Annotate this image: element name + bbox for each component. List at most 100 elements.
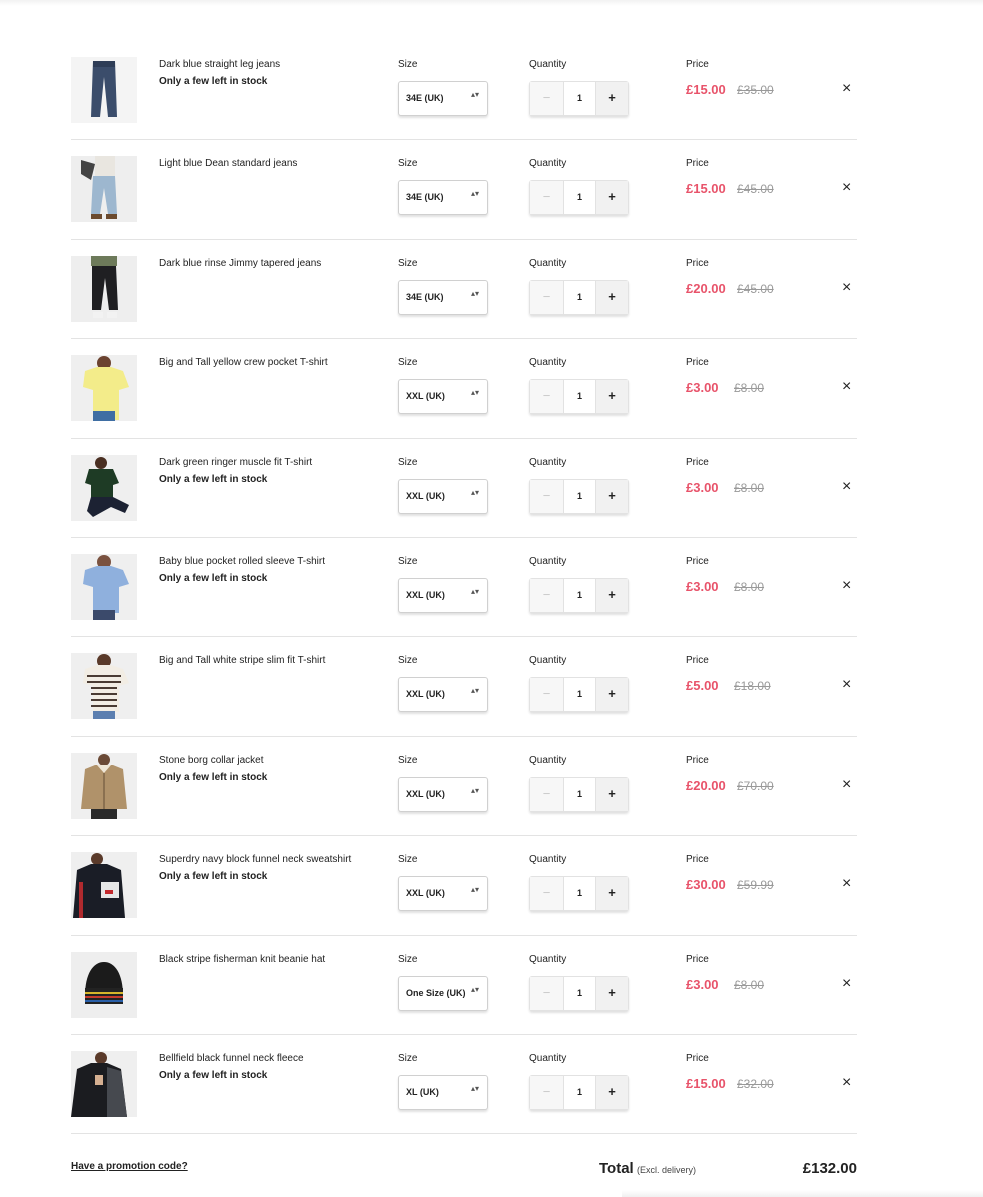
increase-quantity-button[interactable]: + — [596, 976, 628, 1010]
decrease-quantity-button[interactable]: − — [530, 479, 563, 513]
remove-item-close-icon[interactable]: × — [842, 279, 851, 296]
size-select[interactable]: XXL (UK) ▴▾ — [398, 876, 488, 912]
quantity-stepper: −1 + — [529, 776, 629, 812]
quantity-value[interactable]: 1 — [563, 479, 596, 513]
product-image[interactable] — [71, 57, 137, 123]
original-price: £18.00 — [734, 679, 771, 694]
product-image[interactable] — [71, 553, 137, 620]
quantity-value[interactable]: 1 — [563, 1075, 596, 1109]
decrease-quantity-button[interactable]: − — [530, 82, 563, 115]
quantity-value[interactable]: 1 — [563, 380, 596, 414]
price-label: Price — [686, 357, 709, 369]
quantity-stepper: −1 + — [529, 279, 629, 315]
remove-item-close-icon[interactable]: × — [842, 478, 851, 495]
quantity-value[interactable]: 1 — [563, 82, 596, 115]
increase-quantity-button[interactable]: + — [596, 578, 628, 612]
quantity-value[interactable]: 1 — [563, 181, 596, 215]
size-select[interactable]: 34E (UK) ▴▾ — [398, 180, 488, 216]
product-image[interactable] — [71, 1050, 137, 1117]
original-price: £59.99 — [737, 878, 774, 893]
product-image[interactable] — [71, 255, 137, 322]
product-name[interactable]: Big and Tall yellow crew pocket T-shirt — [159, 357, 328, 368]
size-select[interactable]: XXL (UK) ▴▾ — [398, 677, 488, 713]
increase-quantity-button[interactable]: + — [596, 777, 628, 811]
quantity-value[interactable]: 1 — [563, 578, 596, 612]
product-name[interactable]: Dark blue rinse Jimmy tapered jeans — [159, 258, 321, 269]
sale-price: £15.00 — [686, 181, 726, 197]
select-chevron-icon: ▴▾ — [470, 189, 479, 199]
quantity-value[interactable]: 1 — [563, 877, 596, 911]
remove-item-close-icon[interactable]: × — [842, 876, 851, 892]
product-name[interactable]: Black stripe fisherman knit beanie hat — [159, 954, 325, 965]
product-name[interactable]: Bellfield black funnel neck fleece — [159, 1053, 304, 1064]
product-name[interactable]: Dark blue straight leg jeans — [159, 59, 280, 70]
increase-quantity-button[interactable]: + — [596, 1075, 628, 1109]
product-image[interactable] — [71, 355, 137, 422]
size-label: Size — [398, 158, 418, 170]
decrease-quantity-button[interactable]: − — [530, 678, 563, 712]
quantity-value[interactable]: 1 — [563, 280, 596, 314]
select-chevron-icon: ▴▾ — [470, 1083, 479, 1093]
product-name[interactable]: Stone borg collar jacket — [159, 755, 264, 766]
size-value: 34E (UK) — [406, 291, 444, 302]
product-image[interactable] — [71, 752, 137, 819]
product-name[interactable]: Big and Tall white stripe slim fit T-shi… — [159, 655, 325, 666]
size-select[interactable]: XXL (UK) ▴▾ — [398, 577, 488, 613]
product-name[interactable]: Superdry navy block funnel neck sweatshi… — [159, 854, 351, 865]
increase-quantity-button[interactable]: + — [596, 380, 628, 414]
decrease-quantity-button[interactable]: − — [530, 380, 563, 414]
increase-quantity-button[interactable]: + — [596, 877, 628, 911]
remove-item-close-icon[interactable]: × — [842, 677, 851, 693]
decrease-quantity-button[interactable]: − — [530, 1075, 563, 1109]
decrease-quantity-button[interactable]: − — [530, 181, 563, 215]
product-name[interactable]: Dark green ringer muscle fit T-shirt — [159, 457, 312, 468]
price-label: Price — [686, 257, 709, 269]
decrease-quantity-button[interactable]: − — [530, 976, 563, 1010]
remove-item-close-icon[interactable]: × — [842, 1074, 851, 1091]
product-image[interactable] — [71, 454, 137, 521]
bag-item-row: Light blue Dean standard jeans Size 34E (U… — [71, 140, 857, 240]
increase-quantity-button[interactable]: + — [596, 82, 628, 115]
remove-item-close-icon[interactable]: × — [842, 379, 851, 395]
size-value: XXL (UK) — [406, 589, 445, 600]
size-select[interactable]: XXL (UK) ▴▾ — [398, 776, 488, 812]
remove-item-close-icon[interactable]: × — [842, 81, 851, 97]
decrease-quantity-button[interactable]: − — [530, 777, 563, 811]
size-select[interactable]: 34E (UK) ▴▾ — [398, 81, 488, 116]
increase-quantity-button[interactable]: + — [596, 678, 628, 712]
sale-price: £15.00 — [686, 82, 726, 97]
increase-quantity-button[interactable]: + — [596, 479, 628, 513]
product-image[interactable] — [71, 852, 137, 919]
quantity-value[interactable]: 1 — [563, 678, 596, 712]
size-select[interactable]: XXL (UK) ▴▾ — [398, 379, 488, 415]
product-name[interactable]: Light blue Dean standard jeans — [159, 158, 297, 169]
remove-item-close-icon[interactable]: × — [842, 577, 851, 594]
promotion-code-link[interactable]: Have a promotion code? — [71, 1161, 188, 1172]
product-image[interactable] — [71, 653, 137, 720]
size-select[interactable]: XXL (UK) ▴▾ — [398, 478, 488, 514]
product-name[interactable]: Baby blue pocket rolled sleeve T-shirt — [159, 556, 325, 567]
bag-item-row: Stone borg collar jacket Only a few left … — [71, 737, 857, 837]
size-select[interactable]: 34E (UK) ▴▾ — [398, 279, 488, 315]
size-select[interactable]: XL (UK) ▴▾ — [398, 1074, 488, 1110]
select-chevron-icon: ▴▾ — [470, 90, 479, 99]
remove-item-close-icon[interactable]: × — [842, 776, 851, 793]
product-image[interactable] — [71, 156, 137, 223]
quantity-value[interactable]: 1 — [563, 777, 596, 811]
product-image[interactable] — [71, 951, 137, 1018]
sale-price: £3.00 — [686, 578, 719, 594]
increase-quantity-button[interactable]: + — [596, 280, 628, 314]
remove-item-close-icon[interactable]: × — [842, 975, 851, 992]
remove-item-close-icon[interactable]: × — [842, 180, 851, 196]
size-label: Size — [398, 456, 418, 468]
quantity-label: Quantity — [529, 555, 567, 567]
increase-quantity-button[interactable]: + — [596, 181, 628, 215]
decrease-quantity-button[interactable]: − — [530, 877, 563, 911]
decrease-quantity-button[interactable]: − — [530, 280, 563, 314]
original-price: £45.00 — [737, 182, 774, 197]
quantity-stepper: −1 + — [529, 1074, 629, 1110]
decrease-quantity-button[interactable]: − — [530, 578, 563, 612]
size-select[interactable]: One Size (UK) ▴▾ — [398, 975, 488, 1011]
quantity-value[interactable]: 1 — [563, 976, 596, 1010]
quantity-stepper: −1 + — [529, 478, 629, 514]
